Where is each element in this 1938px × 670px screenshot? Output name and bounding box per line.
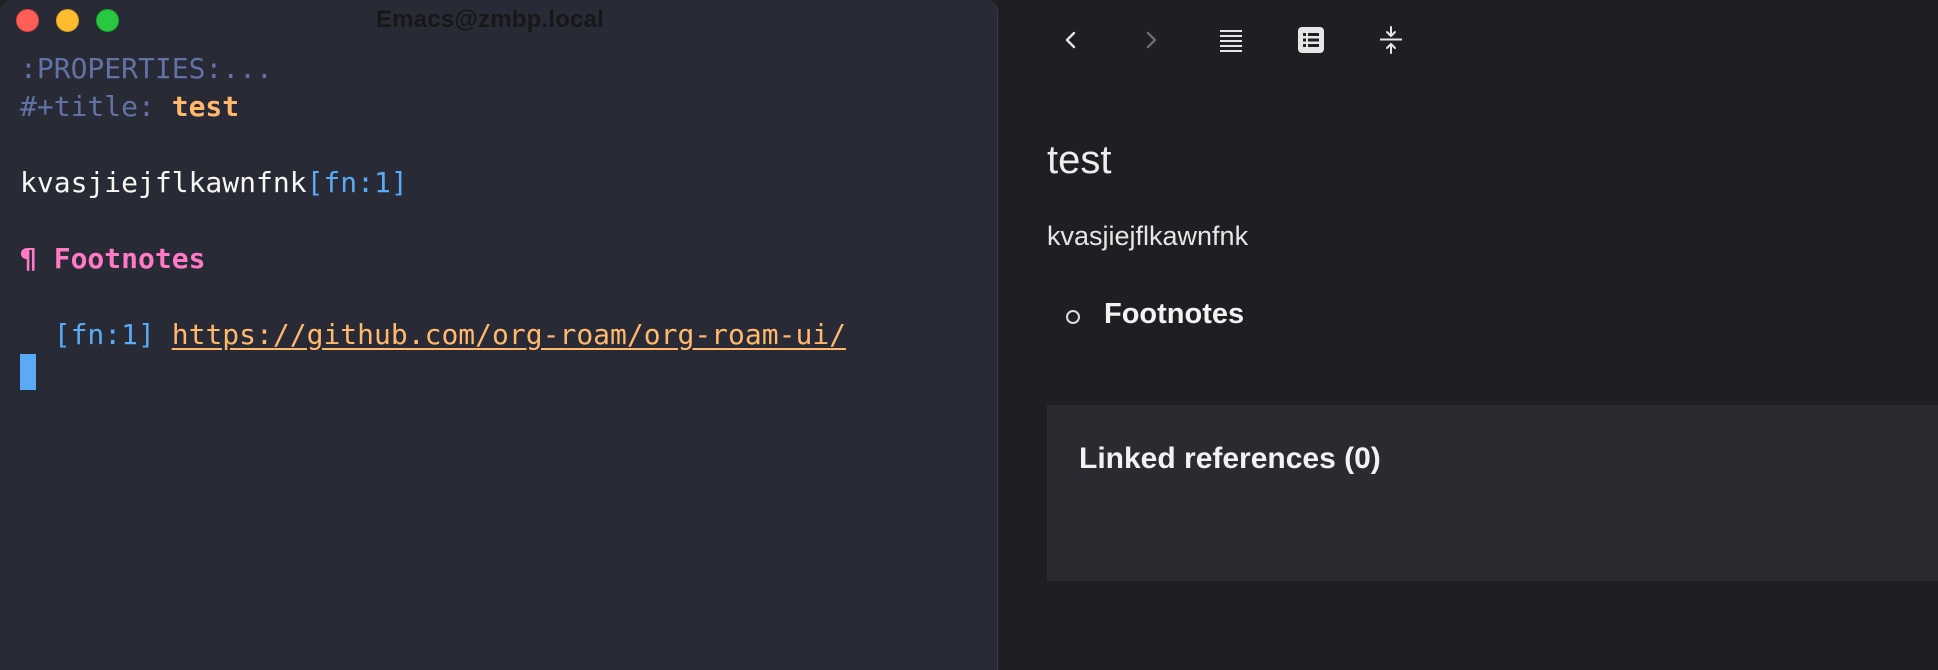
outline-list-icon xyxy=(1298,27,1324,53)
body-text: kvasjiejflkawnfnk xyxy=(20,166,307,199)
minimize-window-button[interactable] xyxy=(56,9,79,32)
title-keyword: #+title: xyxy=(20,90,155,123)
heading-line[interactable]: ¶ Footnotes xyxy=(20,240,846,278)
forward-button[interactable] xyxy=(1131,20,1171,60)
collapse-all-button[interactable] xyxy=(1371,20,1411,60)
note-title: test xyxy=(1047,138,1112,182)
title-value: test xyxy=(171,90,240,123)
linked-references-panel: Linked references (0) xyxy=(1047,405,1938,581)
footnote-reference[interactable]: [fn:1] xyxy=(307,166,408,199)
heading-marker-icon: ¶ xyxy=(20,242,37,275)
outline-toggle-button[interactable] xyxy=(1291,20,1331,60)
back-icon xyxy=(1063,30,1079,50)
cursor-line xyxy=(20,354,846,392)
body-line: kvasjiejflkawnfnk[fn:1] xyxy=(20,164,846,202)
window-titlebar[interactable]: Emacs@zmbp.local xyxy=(0,0,997,40)
linked-references-title[interactable]: Linked references (0) xyxy=(1079,442,1381,476)
text-cursor xyxy=(20,354,36,390)
forward-icon xyxy=(1143,30,1159,50)
heading-text[interactable]: Footnotes xyxy=(54,242,206,275)
org-roam-ui-preview: test kvasjiejflkawnfnk Footnotes Linked … xyxy=(999,0,1938,670)
footnotes-heading[interactable]: Footnotes xyxy=(1104,298,1244,331)
back-button[interactable] xyxy=(1051,20,1091,60)
maximize-window-button[interactable] xyxy=(96,9,119,32)
collapse-icon xyxy=(1379,26,1403,54)
emacs-window: Emacs@zmbp.local :PROPERTIES:... #+title… xyxy=(0,0,998,670)
justify-text-icon xyxy=(1219,28,1243,52)
org-buffer[interactable]: :PROPERTIES:... #+title: test kvasjiejfl… xyxy=(20,50,846,392)
properties-drawer[interactable]: :PROPERTIES:... xyxy=(20,52,273,85)
desktop: Emacs@zmbp.local :PROPERTIES:... #+title… xyxy=(0,0,1938,670)
properties-drawer-line[interactable]: :PROPERTIES:... xyxy=(20,50,846,88)
footnote-label[interactable]: [fn:1] xyxy=(54,318,155,351)
window-title: Emacs@zmbp.local xyxy=(376,6,605,33)
title-line: #+title: test xyxy=(20,88,846,126)
outline-bullet-icon[interactable] xyxy=(1066,310,1080,324)
justify-text-button[interactable] xyxy=(1211,20,1251,60)
note-body-text: kvasjiejflkawnfnk xyxy=(1047,221,1249,251)
close-window-button[interactable] xyxy=(16,9,39,32)
footnote-link[interactable]: https://github.com/org-roam/org-roam-ui/ xyxy=(172,318,846,351)
footnote-definition-line: [fn:1] https://github.com/org-roam/org-r… xyxy=(20,316,846,354)
